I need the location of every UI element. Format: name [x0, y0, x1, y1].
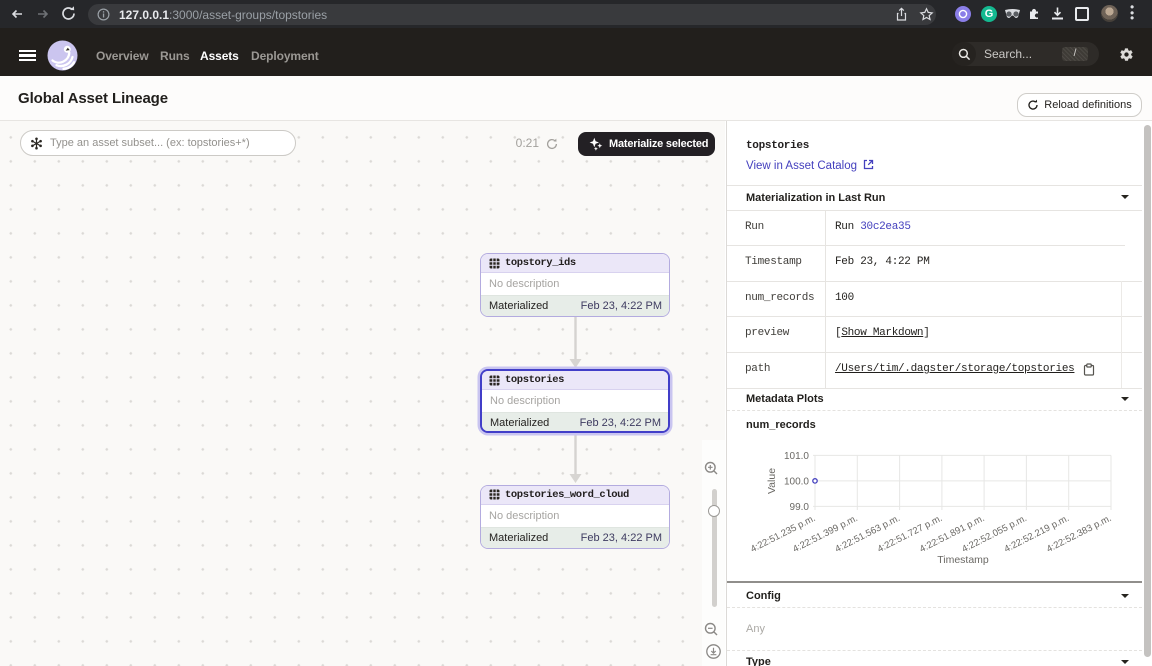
svg-text:100.0: 100.0 — [784, 476, 809, 487]
svg-text:Timestamp: Timestamp — [937, 554, 989, 566]
svg-text:99.0: 99.0 — [790, 502, 810, 513]
svg-text:101.0: 101.0 — [784, 451, 809, 462]
svg-text:Value: Value — [766, 468, 778, 494]
